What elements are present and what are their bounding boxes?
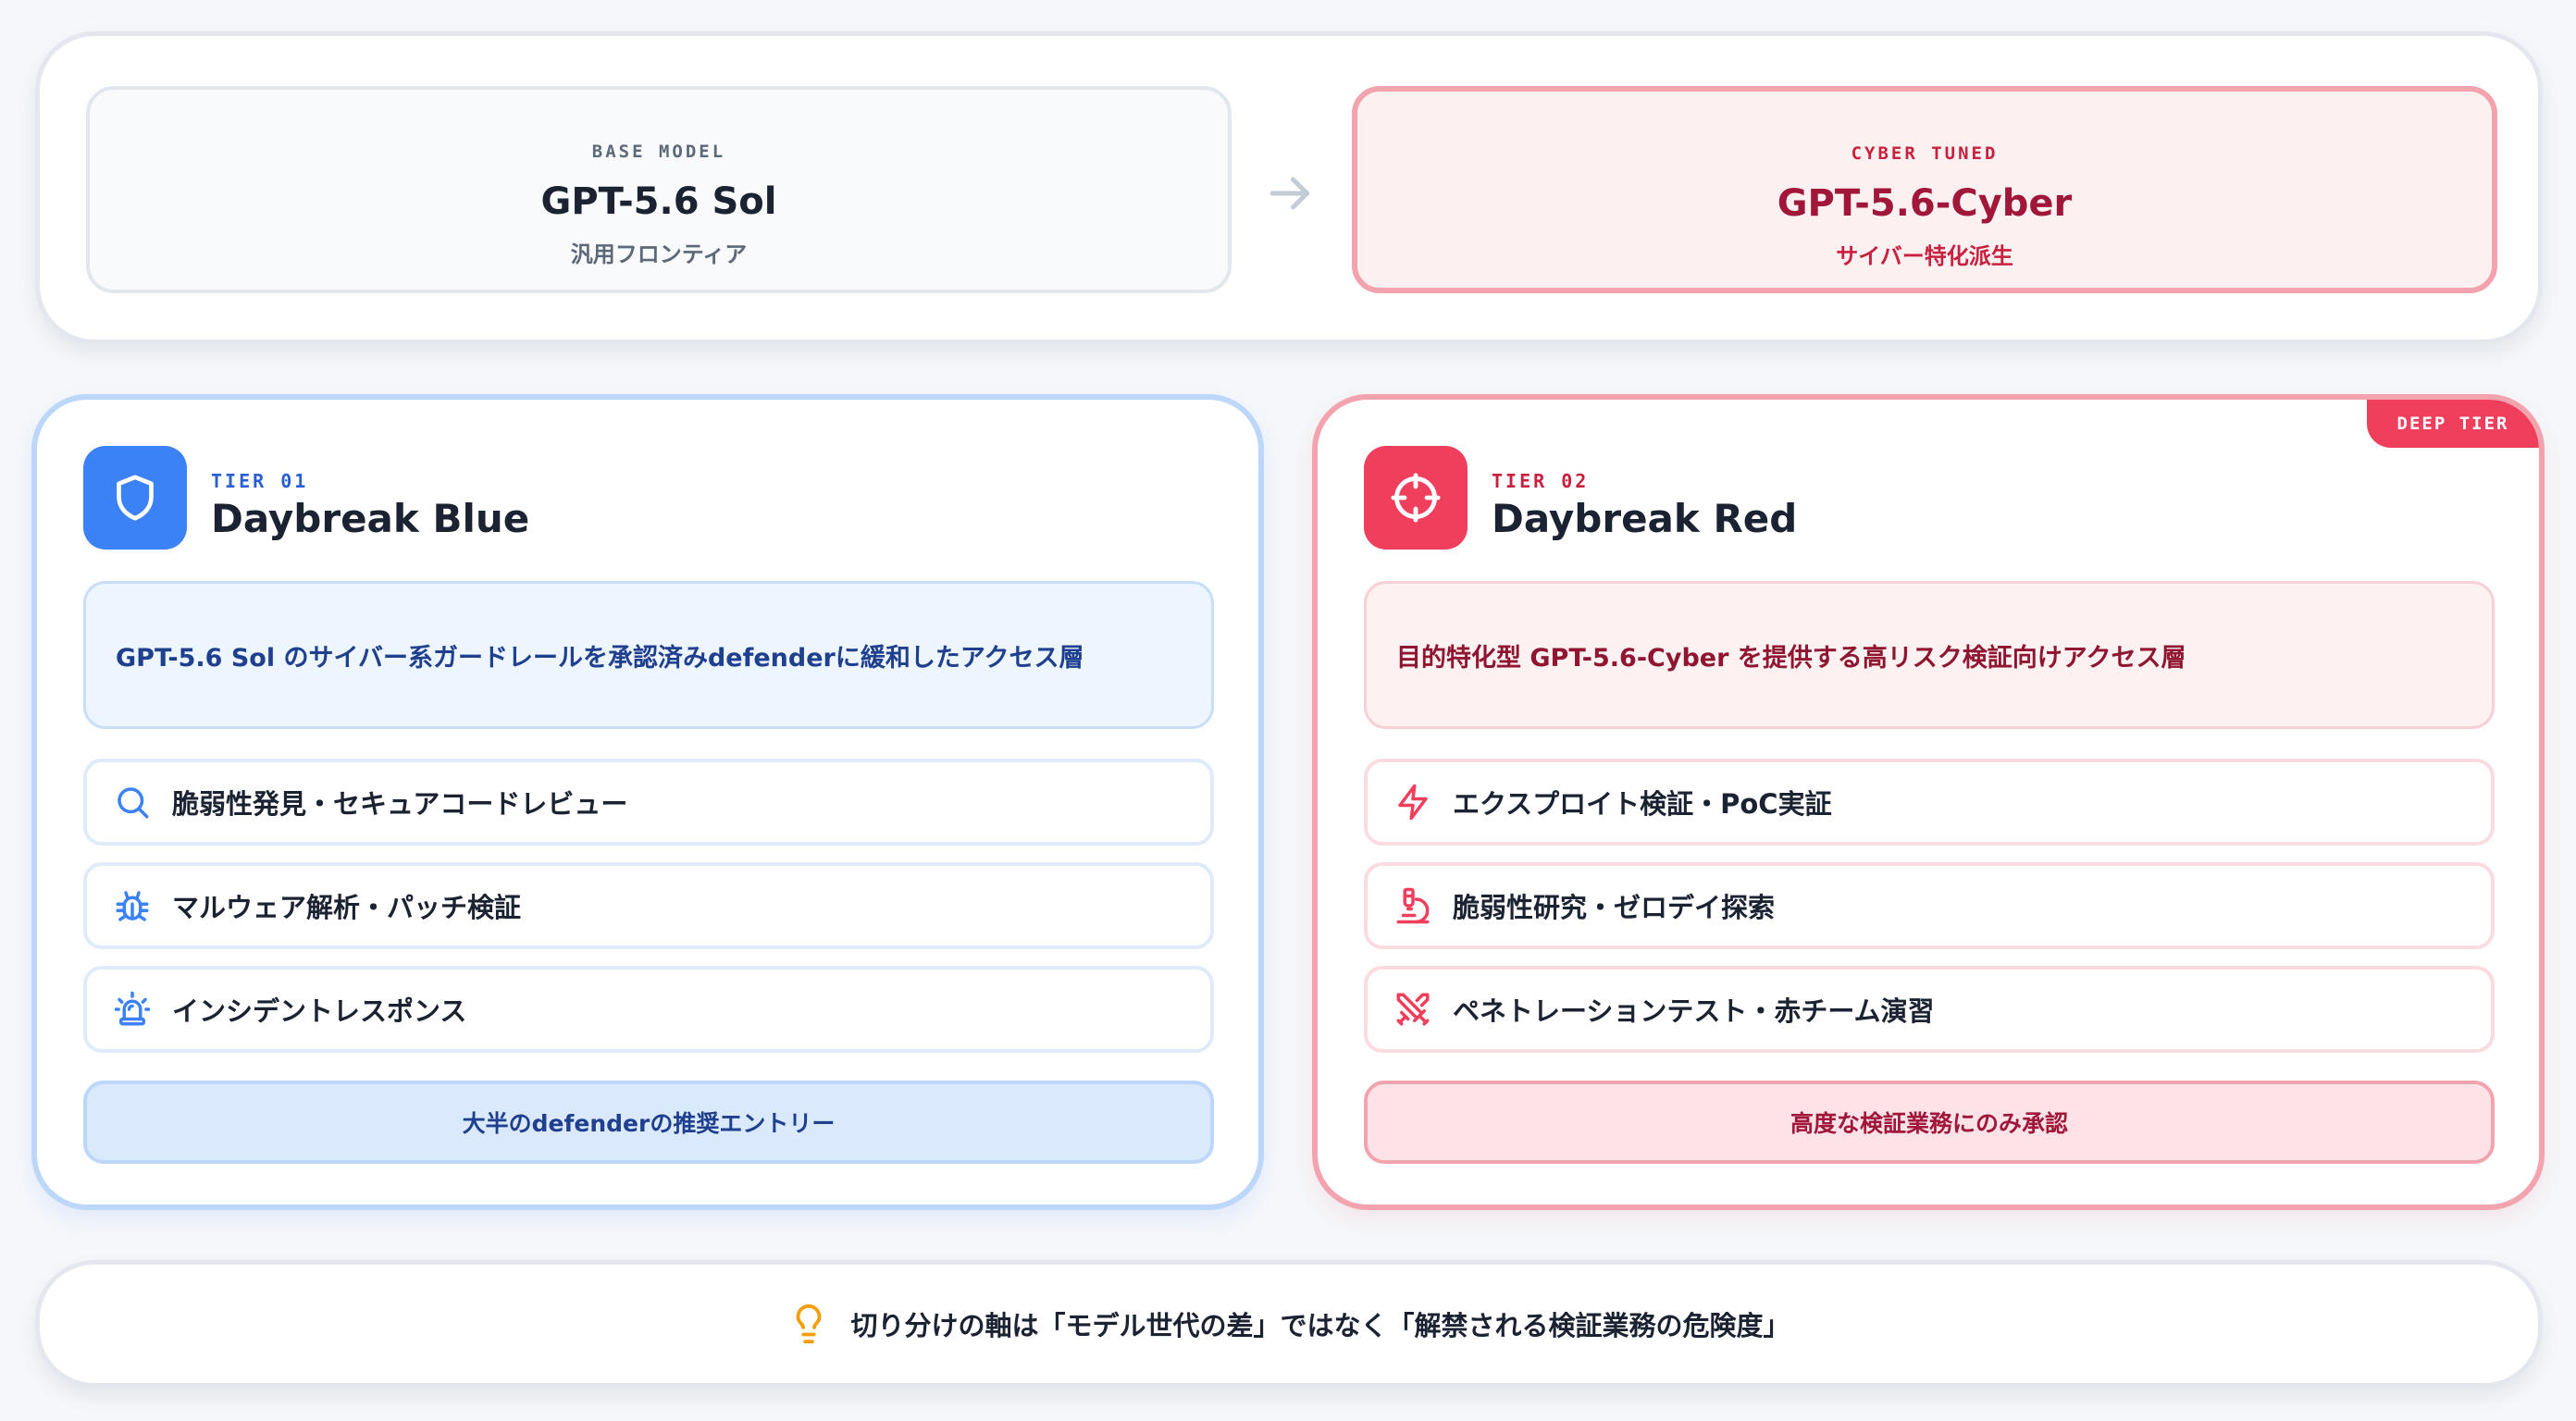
shield-icon	[117, 475, 154, 521]
crosshair-icon	[1391, 473, 1441, 523]
tier-description: 目的特化型 GPT-5.6-Cyber を提供する高リスク検証向けアクセス層	[1364, 581, 2495, 729]
feature-item: マルウェア解析・パッチ検証	[83, 862, 1214, 949]
tier-card-daybreak-blue: TIER 01 Daybreak Blue GPT-5.6 Sol のサイバー系…	[31, 394, 1264, 1210]
insight-note-text: 切り分けの軸は「モデル世代の差」ではなく「解禁される検証業務の危険度」	[850, 1310, 1790, 1341]
siren-icon	[114, 991, 151, 1026]
tier-name: Daybreak Blue	[211, 496, 530, 541]
tier-name: Daybreak Red	[1492, 496, 1798, 541]
feature-text: エクスプロイト検証・PoC実証	[1453, 788, 1832, 820]
lightbulb-icon	[797, 1304, 822, 1344]
tier-cta-note: 高度な検証業務にのみ承認	[1364, 1081, 2495, 1164]
base-model-name: GPT-5.6 Sol	[540, 180, 777, 223]
base-model-eyebrow: BASE MODEL	[591, 142, 726, 162]
tier-cta-note: 大半のdefenderの推奨エントリー	[83, 1081, 1214, 1164]
cyber-model-eyebrow: CYBER TUNED	[1851, 143, 1999, 164]
tier-card-daybreak-red: DEEP TIER TIER 02 Daybreak Red 目的特化型 GPT…	[1312, 394, 2545, 1210]
swords-icon	[1396, 993, 1430, 1026]
feature-item: 脆弱性発見・セキュアコードレビュー	[83, 759, 1214, 846]
base-model-subtitle: 汎用フロンティア	[570, 241, 748, 267]
tier-red-icon-box	[1364, 446, 1468, 550]
tier-description: GPT-5.6 Sol のサイバー系ガードレールを承認済みdefenderに緩和…	[83, 581, 1214, 729]
feature-item: インシデントレスポンス	[83, 966, 1214, 1053]
bug-icon	[116, 891, 149, 921]
feature-item: エクスプロイト検証・PoC実証	[1364, 759, 2495, 846]
tier-label: TIER 02	[1492, 470, 1590, 492]
model-comparison-panel: BASE MODEL GPT-5.6 Sol 汎用フロンティア CYBER TU…	[35, 31, 2543, 344]
feature-item: 脆弱性研究・ゼロデイ探索	[1364, 862, 2495, 949]
cyber-model-name: GPT-5.6-Cyber	[1777, 182, 2073, 225]
search-icon	[118, 787, 149, 819]
feature-text: マルウェア解析・パッチ検証	[172, 892, 522, 923]
feature-text: ペネトレーションテスト・赤チーム演習	[1453, 995, 1935, 1027]
feature-item: ペネトレーションテスト・赤チーム演習	[1364, 966, 2495, 1053]
microscope-icon	[1396, 887, 1430, 924]
base-model-card: BASE MODEL GPT-5.6 Sol 汎用フロンティア	[86, 86, 1232, 293]
zap-icon	[1398, 784, 1428, 821]
insight-note-panel: 切り分けの軸は「モデル世代の差」ではなく「解禁される検証業務の危険度」	[35, 1260, 2543, 1388]
feature-text: 脆弱性研究・ゼロデイ探索	[1453, 892, 1776, 923]
tier-label: TIER 01	[211, 470, 309, 492]
deep-tier-badge: DEEP TIER	[2367, 400, 2539, 448]
cyber-model-card: CYBER TUNED GPT-5.6-Cyber サイバー特化派生	[1352, 86, 2497, 293]
arrow-right-icon	[1269, 177, 1309, 210]
feature-text: 脆弱性発見・セキュアコードレビュー	[172, 788, 628, 820]
feature-text: インシデントレスポンス	[172, 995, 467, 1027]
cyber-model-subtitle: サイバー特化派生	[1836, 243, 2013, 269]
tier-blue-icon-box	[83, 446, 187, 550]
